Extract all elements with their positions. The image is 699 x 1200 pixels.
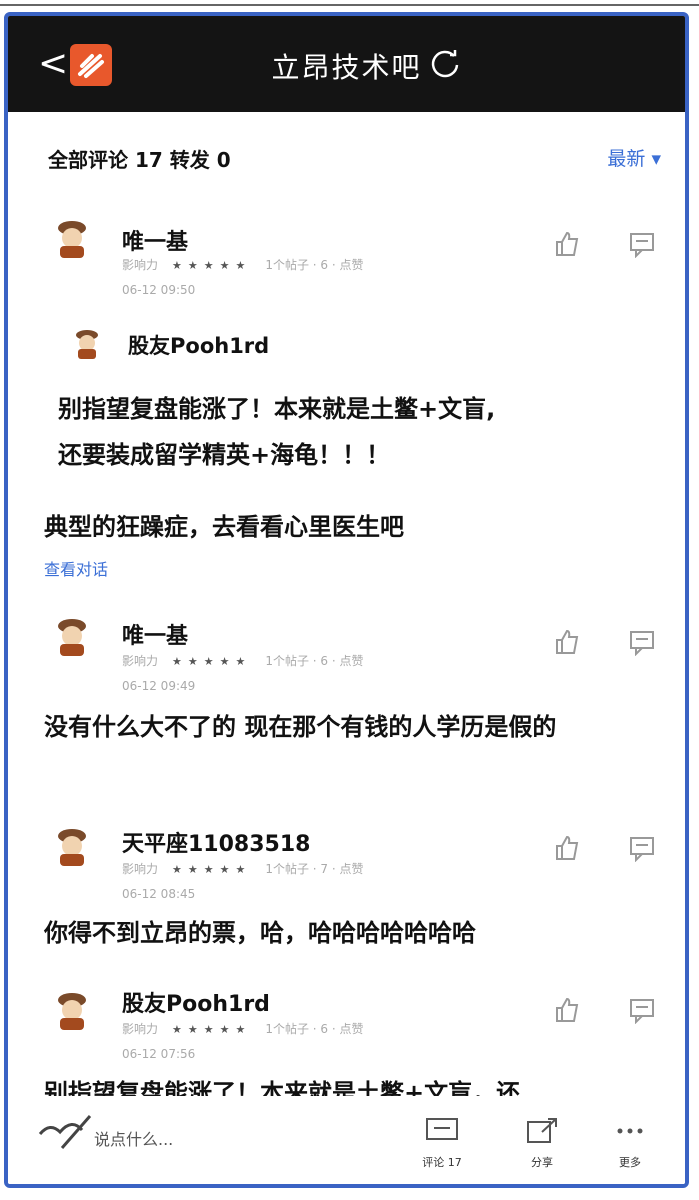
comment-meta: 影响力 ★★★★★ 1个帖子 · 6 · 点赞 06-12 09:50 <box>122 256 364 297</box>
quoted-text-line: 别指望复盘能涨了！本来就是土鳖+文盲, <box>58 395 496 423</box>
top-divider <box>0 4 699 6</box>
comment-input[interactable]: 说点什么... <box>94 1126 173 1150</box>
refresh-icon[interactable] <box>428 46 462 80</box>
reply-icon[interactable] <box>628 996 656 1024</box>
avatar[interactable] <box>50 988 94 1032</box>
like-icon[interactable] <box>553 230 581 258</box>
comment-icon <box>426 1118 458 1140</box>
reply-icon[interactable] <box>628 230 656 258</box>
comment-username[interactable]: 股友Pooh1rd <box>122 986 270 1018</box>
comment-username[interactable]: 天平座11083518 <box>122 826 310 858</box>
meta-extra: 1个帖子 · 6 · 点赞 <box>265 1022 364 1036</box>
influence-label: 影响力 <box>122 258 159 272</box>
comment-meta: 影响力 ★★★★★ 1个帖子 · 6 · 点赞 06-12 09:49 <box>122 652 364 693</box>
header-bar: < 立昂技术吧 <box>8 16 685 112</box>
page-title: 立昂技术吧 <box>271 51 422 84</box>
more-label: 更多 <box>619 1156 641 1169</box>
bottom-action-bar: 说点什么... 评论 17 分享 更多 <box>8 1096 685 1184</box>
quoted-avatar[interactable] <box>70 326 104 360</box>
sort-dropdown[interactable]: 最新 ▾ <box>607 144 661 171</box>
reply-icon[interactable] <box>628 834 656 862</box>
more-button[interactable]: 更多 <box>602 1116 658 1170</box>
view-conversation-link[interactable]: 查看对话 <box>44 556 108 580</box>
comment-time: 06-12 09:50 <box>122 283 196 297</box>
comment-count-label: 评论 17 <box>422 1156 462 1169</box>
reply-icon[interactable] <box>628 628 656 656</box>
all-comments-tab[interactable]: 全部评论 17 转发 0 <box>48 144 231 173</box>
comment-text: 你得不到立昂的票，哈，哈哈哈哈哈哈哈 <box>44 919 476 947</box>
comment-tabs: 全部评论 17 转发 0 最新 ▾ <box>8 136 685 176</box>
pen-icon[interactable] <box>32 1104 102 1160</box>
comment-username[interactable]: 唯一基 <box>122 618 188 650</box>
phone-screen: < 立昂技术吧 全部评论 17 转发 0 最新 ▾ 唯一基 影响力 ★★★★★ 1个… <box>4 12 689 1188</box>
quoted-username[interactable]: 股友Pooh1rd <box>128 330 269 360</box>
comment-meta: 影响力 ★★★★★ 1个帖子 · 6 · 点赞 06-12 07:56 <box>122 1020 364 1061</box>
quoted-text: 别指望复盘能涨了！本来就是土鳖+文盲, 还要装成留学精英+海龟！！！ <box>58 386 658 478</box>
rating-stars: ★★★★★ <box>172 1023 252 1036</box>
like-icon[interactable] <box>553 834 581 862</box>
share-button[interactable]: 分享 <box>514 1116 570 1170</box>
rating-stars: ★★★★★ <box>172 655 252 668</box>
comment-username[interactable]: 唯一基 <box>122 224 188 256</box>
meta-extra: 1个帖子 · 7 · 点赞 <box>265 862 364 876</box>
share-label: 分享 <box>531 1156 553 1169</box>
more-icon <box>617 1128 643 1134</box>
quoted-text-line: 还要装成留学精英+海龟！！！ <box>58 441 391 469</box>
like-icon[interactable] <box>553 628 581 656</box>
comment-meta: 影响力 ★★★★★ 1个帖子 · 7 · 点赞 06-12 08:45 <box>122 860 364 901</box>
meta-extra: 1个帖子 · 6 · 点赞 <box>265 258 364 272</box>
comment-text: 典型的狂躁症，去看看心里医生吧 <box>44 513 404 541</box>
comment-time: 06-12 07:56 <box>122 1047 196 1061</box>
influence-label: 影响力 <box>122 654 159 668</box>
avatar[interactable] <box>50 216 94 260</box>
like-icon[interactable] <box>553 996 581 1024</box>
avatar[interactable] <box>50 824 94 868</box>
rating-stars: ★★★★★ <box>172 259 252 272</box>
comment-time: 06-12 09:49 <box>122 679 196 693</box>
rating-stars: ★★★★★ <box>172 863 252 876</box>
comment-time: 06-12 08:45 <box>122 887 196 901</box>
comment-button[interactable]: 评论 17 <box>414 1116 470 1170</box>
avatar[interactable] <box>50 614 94 658</box>
share-icon <box>527 1118 557 1143</box>
influence-label: 影响力 <box>122 862 159 876</box>
meta-extra: 1个帖子 · 6 · 点赞 <box>265 654 364 668</box>
comment-text: 没有什么大不了的 现在那个有钱的人学历是假的 <box>44 713 557 741</box>
influence-label: 影响力 <box>122 1022 159 1036</box>
